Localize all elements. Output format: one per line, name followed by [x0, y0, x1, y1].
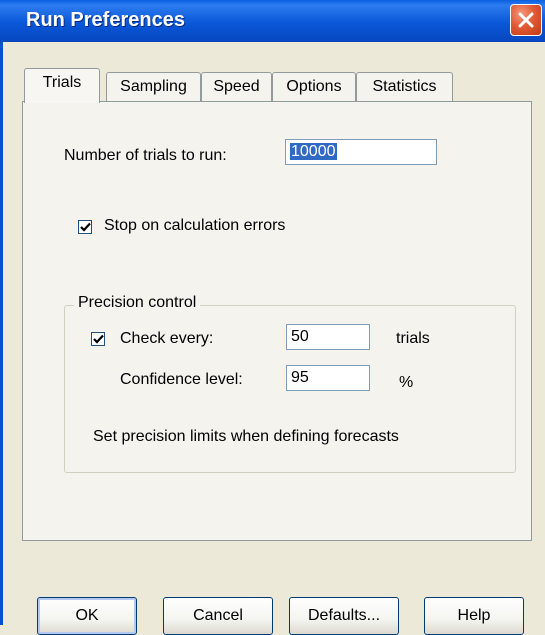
num-trials-value: 10000 — [290, 143, 337, 160]
cancel-button-label: Cancel — [193, 607, 243, 624]
num-trials-input[interactable]: 10000 — [285, 139, 437, 165]
checkmark-icon — [93, 334, 104, 344]
check-every-unit: trials — [396, 330, 430, 347]
help-button[interactable]: Help — [424, 597, 524, 635]
window-title: Run Preferences — [26, 9, 185, 31]
tab-speed[interactable]: Speed — [201, 72, 272, 102]
confidence-level-unit: % — [399, 374, 414, 391]
tab-label: Sampling — [120, 78, 187, 95]
confidence-level-input[interactable]: 95 — [286, 365, 370, 391]
stop-on-errors-checkbox[interactable] — [78, 220, 92, 234]
num-trials-label: Number of trials to run: — [64, 147, 227, 164]
stop-on-errors-label[interactable]: Stop on calculation errors — [104, 217, 285, 235]
ok-button-label: OK — [75, 607, 99, 624]
cancel-button[interactable]: Cancel — [163, 597, 273, 635]
defaults-button[interactable]: Defaults... — [289, 597, 399, 635]
check-every-checkbox[interactable] — [91, 332, 105, 346]
confidence-level-label: Confidence level: — [120, 371, 243, 388]
check-every-label[interactable]: Check every: — [120, 330, 213, 348]
tab-sampling[interactable]: Sampling — [106, 72, 201, 102]
defaults-button-label: Defaults... — [307, 607, 381, 624]
ok-button[interactable]: OK — [37, 597, 137, 635]
tab-options[interactable]: Options — [272, 72, 356, 102]
confidence-level-value: 95 — [291, 369, 309, 386]
title-bar[interactable]: Run Preferences — [0, 0, 545, 42]
tab-label: Options — [286, 78, 342, 95]
check-every-value: 50 — [291, 328, 309, 345]
check-every-input[interactable]: 50 — [286, 324, 370, 350]
tab-statistics[interactable]: Statistics — [356, 72, 453, 102]
window-frame — [0, 42, 3, 625]
close-button[interactable] — [510, 4, 542, 36]
help-button-label: Help — [457, 607, 491, 624]
checkmark-icon — [80, 222, 91, 232]
tab-trials[interactable]: Trials — [24, 68, 100, 103]
tab-label: Statistics — [372, 78, 437, 95]
precision-group-title: Precision control — [74, 294, 201, 312]
tab-label: Trials — [42, 74, 82, 91]
precision-note: Set precision limits when defining forec… — [93, 428, 399, 445]
tab-label: Speed — [213, 78, 260, 95]
